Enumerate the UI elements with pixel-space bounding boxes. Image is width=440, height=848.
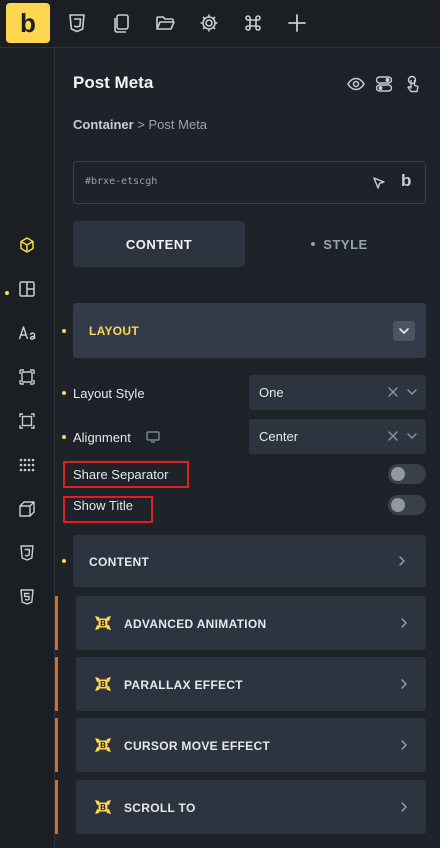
addon-label: SCROLL TO	[124, 801, 196, 815]
addon-section-scroll-to[interactable]: B SCROLL TO	[55, 780, 426, 834]
tab-style-label: STYLE	[323, 236, 368, 252]
box-model-icon[interactable]	[18, 368, 36, 386]
addon-label: PARALLAX EFFECT	[124, 678, 243, 692]
tab-style[interactable]: STYLE	[253, 221, 426, 267]
svg-text:B: B	[100, 619, 106, 628]
breadcrumb-parent[interactable]: Container	[73, 117, 134, 132]
toggle-knob	[391, 498, 405, 512]
layout-style-label: Layout Style	[73, 386, 145, 401]
folder-open-icon[interactable]	[154, 12, 176, 34]
addon-accent-bar	[55, 718, 58, 772]
left-icon-rail	[0, 48, 55, 848]
content-section-header[interactable]: CONTENT	[73, 535, 426, 587]
addon-header[interactable]: B SCROLL TO	[76, 780, 426, 834]
gear-icon[interactable]	[198, 12, 220, 34]
addon-header[interactable]: B ADVANCED ANIMATION	[76, 596, 426, 650]
breadcrumb-separator: >	[137, 117, 145, 132]
clear-icon[interactable]	[387, 430, 399, 442]
addon-section-parallax-effect[interactable]: B PARALLAX EFFECT	[55, 657, 426, 711]
layout-icon[interactable]	[18, 280, 36, 298]
style-tab-dot	[311, 242, 316, 246]
addon-header[interactable]: B CURSOR MOVE EFFECT	[76, 718, 426, 772]
html5-icon[interactable]	[18, 588, 36, 606]
addon-section-cursor-move-effect[interactable]: B CURSOR MOVE EFFECT	[55, 718, 426, 772]
pointer-icon[interactable]	[403, 75, 421, 93]
show-title-label: Show Title	[73, 498, 133, 513]
layout-style-value: One	[259, 385, 284, 400]
addon-label: CURSOR MOVE EFFECT	[124, 739, 271, 753]
alignment-select[interactable]: Center	[249, 419, 426, 454]
addon-accent-bar	[55, 596, 58, 650]
toggle-switch-icon[interactable]	[375, 75, 393, 93]
chevron-right-icon[interactable]	[398, 801, 410, 813]
element-panel: Post Meta Container > Post Meta #brxe-et…	[55, 48, 440, 848]
cursor-select-icon[interactable]	[371, 175, 387, 191]
addon-badge-icon: B	[92, 796, 114, 818]
breadcrumb-current: Post Meta	[148, 117, 208, 132]
addon-label: ADVANCED ANIMATION	[124, 617, 267, 631]
monitor-icon[interactable]	[146, 431, 160, 443]
share-separator-toggle[interactable]	[388, 464, 426, 484]
breadcrumb: Container > Post Meta	[73, 117, 207, 132]
chevron-down-icon[interactable]	[393, 321, 415, 341]
transform-icon[interactable]	[18, 500, 36, 518]
element-id-text: #brxe-etscgh	[85, 176, 158, 187]
tab-content[interactable]: CONTENT	[73, 221, 245, 267]
alignment-changed-dot	[62, 435, 66, 439]
frame-icon[interactable]	[18, 412, 36, 430]
content-changed-dot	[62, 559, 66, 563]
addon-badge-icon: B	[92, 734, 114, 756]
css3-icon[interactable]	[66, 12, 88, 34]
active-indicator-dot	[5, 291, 9, 295]
chevron-right-icon[interactable]	[398, 739, 410, 751]
element-id-field[interactable]: #brxe-etscgh b	[73, 161, 426, 204]
layout-section-header[interactable]: LAYOUT	[73, 303, 426, 358]
top-toolbar: b	[0, 0, 440, 48]
svg-text:B: B	[100, 741, 106, 750]
svg-text:B: B	[100, 803, 106, 812]
typography-icon[interactable]	[18, 324, 36, 342]
chevron-down-icon[interactable]	[406, 386, 418, 398]
chevron-down-icon[interactable]	[406, 430, 418, 442]
chevron-right-icon[interactable]	[396, 555, 408, 567]
cube-icon[interactable]	[18, 236, 36, 254]
show-title-toggle[interactable]	[388, 495, 426, 515]
addon-header[interactable]: B PARALLAX EFFECT	[76, 657, 426, 711]
chevron-right-icon[interactable]	[398, 678, 410, 690]
layout-section-label: LAYOUT	[89, 324, 140, 338]
layout-style-changed-dot	[62, 391, 66, 395]
layout-changed-dot	[62, 329, 66, 333]
page-title: Post Meta	[73, 73, 154, 92]
layout-style-select[interactable]: One	[249, 375, 426, 410]
grid-dots-icon[interactable]	[18, 456, 36, 474]
plus-icon[interactable]	[286, 12, 308, 34]
addon-accent-bar	[55, 657, 58, 711]
alignment-value: Center	[259, 429, 299, 444]
addon-badge-icon: B	[92, 673, 114, 695]
chevron-right-icon[interactable]	[398, 617, 410, 629]
svg-text:B: B	[100, 680, 106, 689]
command-icon[interactable]	[242, 12, 264, 34]
toggle-knob	[391, 467, 405, 481]
addon-badge-icon: B	[92, 612, 114, 634]
bricks-b-icon[interactable]: b	[401, 171, 411, 191]
addon-accent-bar	[55, 780, 58, 834]
share-separator-label: Share Separator	[73, 467, 169, 482]
css3-icon[interactable]	[18, 544, 36, 562]
clear-icon[interactable]	[387, 386, 399, 398]
bricks-logo-button[interactable]: b	[6, 3, 50, 43]
content-section-label: CONTENT	[89, 555, 150, 569]
logo-letter: b	[20, 7, 36, 38]
alignment-label: Alignment	[73, 430, 131, 445]
eye-icon[interactable]	[347, 75, 365, 93]
copy-icon[interactable]	[110, 12, 132, 34]
addon-section-advanced-animation[interactable]: B ADVANCED ANIMATION	[55, 596, 426, 650]
